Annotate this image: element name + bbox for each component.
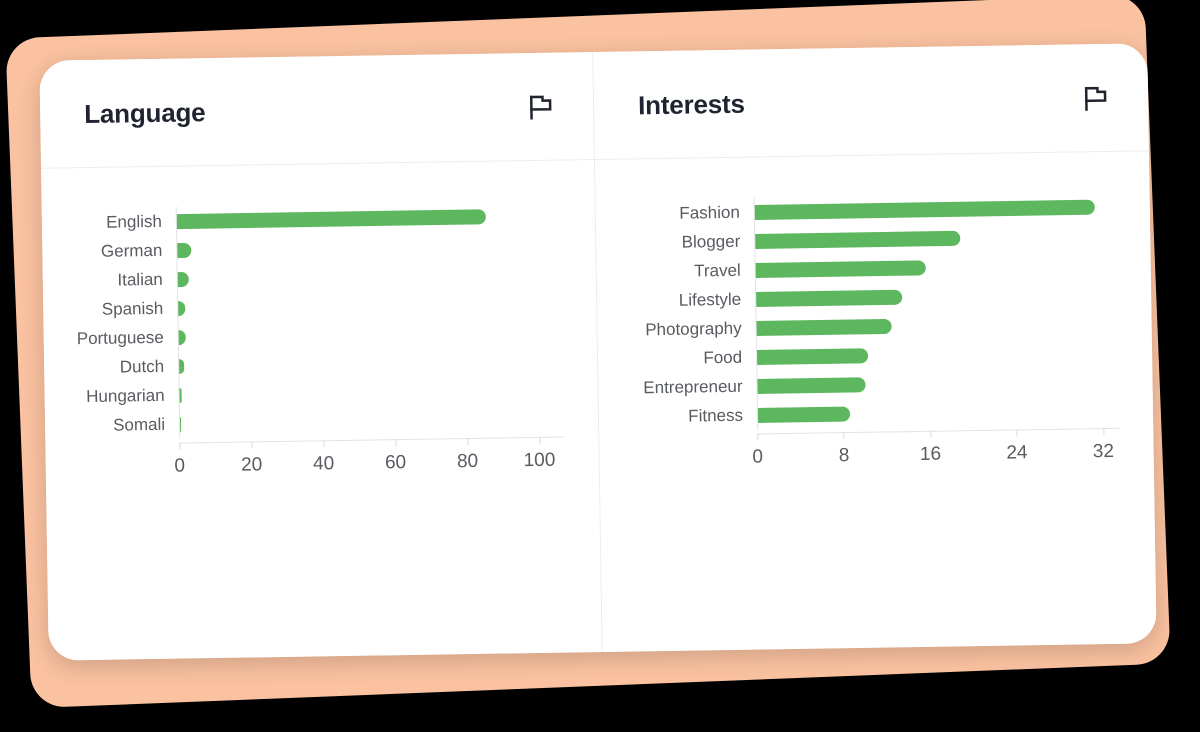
x-axis-tick — [323, 440, 325, 448]
x-axis-tick-label: 0 — [174, 455, 186, 477]
bar[interactable] — [757, 406, 850, 423]
category-label: Dutch — [119, 356, 165, 377]
bar[interactable] — [756, 318, 892, 336]
x-axis-tick-label: 8 — [838, 445, 850, 467]
bar[interactable] — [755, 259, 926, 278]
bar[interactable] — [176, 208, 487, 229]
category-label: Italian — [117, 269, 163, 290]
x-axis-tick — [1103, 428, 1105, 436]
x-axis-tick-label: 40 — [312, 453, 335, 475]
category-label: Fashion — [679, 202, 740, 223]
x-axis-tick-label: 60 — [384, 452, 407, 474]
chart-language: English German Italian Spanish Portuguese Dut… — [54, 201, 565, 497]
card-body-language: English German Italian Spanish Portuguese Dut… — [41, 160, 602, 661]
x-axis-tick — [179, 442, 181, 450]
x-axis-tick-label: 16 — [919, 443, 942, 465]
x-axis-inner-language: 0 20 40 60 80 100 — [174, 436, 565, 495]
page-title-interests: Interests — [637, 88, 745, 120]
x-axis-tick — [757, 433, 759, 441]
x-axis-tick-label: 0 — [752, 446, 764, 468]
bar[interactable] — [177, 242, 192, 258]
bar-track — [178, 404, 564, 439]
chart-interests: Fashion Blogger Travel Lifestyle Photography… — [608, 192, 1120, 488]
card-header-language: Language — [39, 52, 594, 169]
x-axis-tick — [930, 430, 932, 438]
bar-rows-interests: Fashion Blogger Travel Lifestyle Photography… — [608, 192, 1120, 432]
card-body-interests: Fashion Blogger Travel Lifestyle Photography… — [595, 151, 1157, 652]
x-axis-rule — [757, 427, 1120, 435]
x-axis-tick-label: 24 — [1006, 442, 1028, 464]
bar[interactable] — [755, 230, 961, 249]
x-axis-tick — [395, 439, 397, 447]
category-label: Fitness — [688, 405, 744, 426]
x-axis-tick — [467, 438, 469, 446]
card-header-interests: Interests — [593, 43, 1149, 161]
bar[interactable] — [178, 300, 186, 316]
bar[interactable] — [179, 416, 182, 432]
category-label: Somali — [112, 414, 166, 435]
x-axis-tick — [251, 441, 253, 449]
screenshot-stage: Language English German Italian Spanish Port… — [0, 0, 1200, 732]
bar[interactable] — [177, 271, 189, 287]
x-axis-inner-interests: 0 8 16 24 32 — [752, 427, 1120, 486]
bar[interactable] — [757, 376, 866, 394]
x-axis-tick-label: 100 — [523, 449, 556, 472]
bar[interactable] — [754, 199, 1096, 220]
category-label: Spanish — [101, 298, 164, 319]
flag-icon[interactable] — [1080, 82, 1110, 112]
x-axis-tick-label: 80 — [456, 450, 479, 473]
x-axis-tick — [843, 432, 845, 440]
flag-icon[interactable] — [525, 91, 555, 121]
x-axis-interests: 0 8 16 24 32 — [611, 427, 1120, 488]
bar[interactable] — [178, 329, 187, 345]
category-label: Lifestyle — [678, 289, 742, 310]
category-label: Travel — [693, 260, 741, 281]
category-label: Entrepreneur — [643, 376, 743, 398]
bar[interactable] — [179, 387, 182, 403]
bar[interactable] — [756, 289, 903, 307]
category-label: German — [100, 240, 163, 261]
category-label: Portuguese — [76, 327, 164, 349]
x-axis-tick-label: 32 — [1092, 440, 1115, 463]
page-title-language: Language — [83, 96, 206, 129]
dashboard-panel: Language English German Italian Spanish Port… — [39, 43, 1157, 661]
bar[interactable] — [179, 358, 185, 374]
x-axis-language: 0 20 40 60 80 100 — [57, 436, 565, 497]
category-label: English — [105, 211, 163, 232]
bar-rows-language: English German Italian Spanish Portuguese Dut… — [54, 201, 565, 441]
card-interests: Interests Fashion Blogger Travel Lifestyle P… — [593, 43, 1157, 652]
category-label: Food — [703, 347, 743, 368]
category-label: Blogger — [681, 231, 741, 252]
bar[interactable] — [756, 347, 869, 365]
card-language: Language English German Italian Spanish Port… — [39, 52, 603, 661]
x-axis-tick — [539, 436, 541, 444]
bar-track — [756, 395, 1119, 430]
category-label: Photography — [645, 318, 742, 340]
x-axis-tick — [1016, 429, 1018, 437]
category-label: Hungarian — [86, 385, 165, 407]
x-axis-tick-label: 20 — [240, 454, 263, 476]
